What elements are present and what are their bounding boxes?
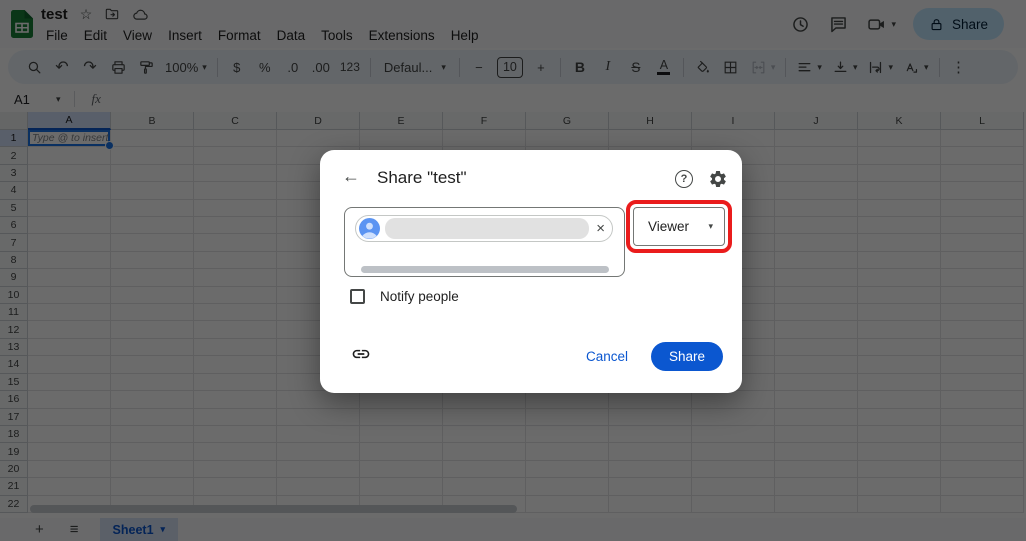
permission-value: Viewer [648,219,690,234]
notify-people-row: Notify people [350,289,459,304]
permission-dropdown[interactable]: Viewer ▾ [633,207,725,246]
share-dialog-title: Share "test" [377,168,467,187]
chip-scrollbar[interactable] [361,266,609,273]
permission-caret-icon: ▾ [708,221,713,231]
help-icon[interactable]: ? [675,170,693,188]
avatar [359,218,380,239]
copy-link-icon[interactable] [351,344,371,364]
recipient-name-redacted [385,218,590,239]
share-dialog: ← Share "test" ? × Viewer ▾ Notify peopl… [320,150,742,393]
settings-gear-icon[interactable] [708,169,728,189]
cancel-button[interactable]: Cancel [586,349,628,364]
dialog-share-button[interactable]: Share [651,342,723,371]
notify-people-label: Notify people [380,289,459,304]
remove-recipient-icon[interactable]: × [596,221,605,236]
recipient-chip[interactable]: × [355,215,613,242]
back-icon[interactable]: ← [342,166,360,187]
notify-people-checkbox[interactable] [350,289,365,304]
add-people-input[interactable]: × [344,207,625,277]
